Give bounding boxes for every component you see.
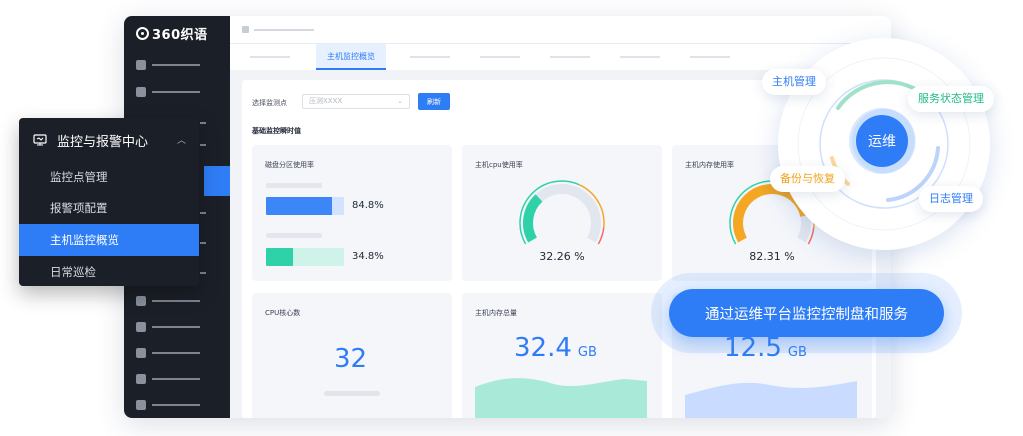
tab-placeholder[interactable] xyxy=(620,56,660,58)
partition-label-placeholder xyxy=(266,233,322,238)
nav-label-placeholder xyxy=(152,64,200,66)
card-title: 主机cpu使用率 xyxy=(475,161,523,169)
disk-usage-bar xyxy=(266,197,344,215)
gauge-fill xyxy=(523,194,543,243)
cpu-gauge xyxy=(519,180,605,245)
breadcrumb-placeholder xyxy=(254,29,314,31)
card-title: 主机内存总量 xyxy=(475,309,517,317)
partition-label-placeholder xyxy=(266,183,322,188)
chevron-up-icon: ︿ xyxy=(177,136,187,146)
tab-host-overview[interactable]: 主机监控概览 xyxy=(316,44,386,70)
tab-placeholder[interactable] xyxy=(480,56,520,58)
chevron-down-icon: ⌄ xyxy=(397,97,403,105)
cpu-usage-card: 主机cpu使用率 32.26 % xyxy=(462,145,662,281)
nav-icon xyxy=(136,348,146,358)
section-title: 基础监控瞬时值 xyxy=(252,127,301,135)
nav-item[interactable] xyxy=(136,348,200,358)
nav-icon xyxy=(136,374,146,384)
ops-label-host-management: 主机管理 xyxy=(762,69,826,95)
menu-group-header[interactable]: 监控与报警中心 ︿ xyxy=(19,118,199,162)
monitor-icon xyxy=(33,134,47,146)
nav-icon xyxy=(136,87,146,97)
nav-label-placeholder xyxy=(152,300,200,302)
monitoring-menu: 监控与报警中心 ︿ 监控点管理 报警项配置 主机监控概览 日常巡检 xyxy=(19,118,199,286)
monitor-point-select[interactable]: 压测XXXX ⌄ xyxy=(302,94,410,109)
third-area-chart xyxy=(685,381,857,418)
nav-active-indicator[interactable] xyxy=(204,166,230,196)
nav-item[interactable] xyxy=(136,400,200,410)
memory-total-card: 主机内存总量 32.4 GB xyxy=(462,293,662,418)
refresh-button[interactable]: 刷新 xyxy=(418,93,450,110)
memory-area-chart xyxy=(475,378,647,418)
nav-sub-item[interactable] xyxy=(200,122,206,124)
memory-total-unit: GB xyxy=(577,345,597,360)
nav-item[interactable] xyxy=(136,87,200,97)
memory-area-fill xyxy=(475,378,647,418)
logo-icon xyxy=(136,27,149,40)
gauge-track xyxy=(523,184,601,243)
nav-item[interactable] xyxy=(136,322,200,332)
tab-placeholder[interactable] xyxy=(410,56,450,58)
nav-sub-item[interactable] xyxy=(200,272,206,274)
nav-item[interactable] xyxy=(136,296,200,306)
menu-item[interactable]: 日常巡检 xyxy=(19,256,199,288)
disk-usage-bar-fill xyxy=(266,248,294,266)
card-title: 主机内存使用率 xyxy=(685,161,734,169)
cpu-cores-value: 32 xyxy=(334,344,368,374)
value-caption-placeholder xyxy=(324,391,380,396)
nav-sub-item[interactable] xyxy=(200,212,206,214)
menu-group-title: 监控与报警中心 xyxy=(57,135,149,150)
memory-total-number: 32.4 xyxy=(514,333,572,363)
ops-label-backup-restore: 备份与恢复 xyxy=(770,166,845,192)
menu-item[interactable]: 报警项配置 xyxy=(19,192,199,224)
logo: 360织语 xyxy=(136,24,208,43)
disk-usage-bar xyxy=(266,248,344,266)
nav-sub-item[interactable] xyxy=(200,144,206,146)
nav-icon xyxy=(136,296,146,306)
ops-center-badge: 运维 xyxy=(856,115,908,167)
nav-label-placeholder xyxy=(152,91,200,93)
nav-icon xyxy=(136,322,146,332)
disk-usage-value: 84.8% xyxy=(352,200,384,211)
nav-label-placeholder xyxy=(152,378,200,380)
menu-item[interactable]: 监控点管理 xyxy=(19,161,199,193)
disk-usage-bar-fill xyxy=(266,197,333,215)
nav-item[interactable] xyxy=(136,374,200,384)
memory-total-value: 32.4 GB xyxy=(514,333,597,363)
menu-item[interactable]: 主机监控概览 xyxy=(19,224,199,256)
menu-toggle-icon[interactable] xyxy=(242,26,249,33)
cpu-cores-card: CPU核心数 32 xyxy=(252,293,452,418)
ops-label-service-status: 服务状态管理 xyxy=(908,86,994,112)
nav-item[interactable] xyxy=(136,60,200,70)
nav-icon xyxy=(136,400,146,410)
third-area-fill xyxy=(685,381,857,418)
tab-placeholder[interactable] xyxy=(690,56,730,58)
cpu-usage-value: 32.26 % xyxy=(539,250,585,263)
tab-placeholder[interactable] xyxy=(550,56,590,58)
nav-icon xyxy=(136,60,146,70)
ops-label-log-management: 日志管理 xyxy=(919,186,983,212)
logo-text: 360织语 xyxy=(152,28,208,43)
tab-placeholder[interactable] xyxy=(250,56,290,58)
card-title: CPU核心数 xyxy=(265,309,301,317)
memory-usage-value: 82.31 % xyxy=(749,250,795,263)
nav-sub-item[interactable] xyxy=(200,242,206,244)
disk-usage-card: 磁盘分区使用率 84.8% 34.8% xyxy=(252,145,452,281)
nav-label-placeholder xyxy=(152,404,200,406)
nav-label-placeholder xyxy=(152,326,200,328)
nav-label-placeholder xyxy=(152,352,200,354)
select-placeholder: 压测XXXX xyxy=(309,97,343,105)
filter-label: 选择监测点 xyxy=(252,99,287,107)
cta-button[interactable]: 通过运维平台监控控制盘和服务 xyxy=(669,289,944,337)
card-title: 磁盘分区使用率 xyxy=(265,161,314,169)
disk-usage-value: 34.8% xyxy=(352,251,384,262)
